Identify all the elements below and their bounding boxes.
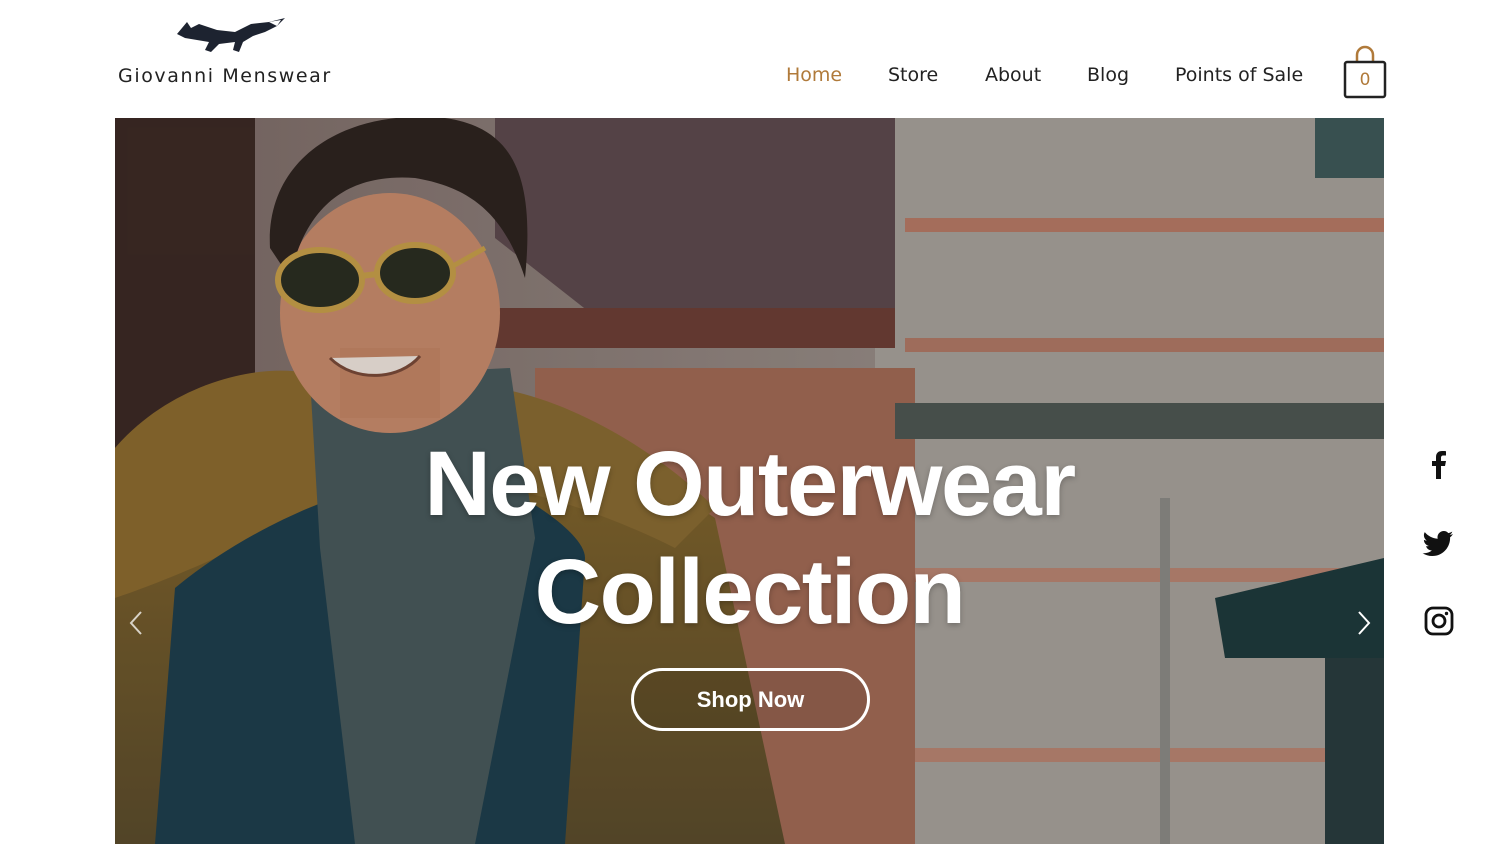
site-logo[interactable]: Giovanni Menswear	[115, 10, 350, 100]
hero-title-line1: New Outerwear	[424, 433, 1076, 535]
facebook-link[interactable]	[1422, 448, 1456, 482]
fox-logo-icon	[177, 18, 285, 52]
cart-count: 0	[1359, 70, 1371, 90]
nav-item-blog[interactable]: Blog	[1087, 64, 1129, 86]
facebook-icon	[1432, 451, 1446, 479]
slide-prev-button[interactable]	[125, 608, 149, 638]
hero-title: New Outerwear Collection	[115, 430, 1384, 646]
shop-now-button[interactable]: Shop Now	[631, 668, 870, 731]
slide-next-button[interactable]	[1351, 608, 1375, 638]
instagram-icon	[1424, 606, 1454, 636]
brand-name: Giovanni Menswear	[118, 65, 332, 87]
hero-slideshow: New Outerwear Collection Shop Now	[115, 118, 1384, 844]
twitter-icon	[1422, 531, 1453, 556]
twitter-link[interactable]	[1422, 526, 1456, 560]
hero-title-line2: Collection	[534, 541, 966, 643]
nav-item-about[interactable]: About	[985, 64, 1041, 86]
nav-item-points-of-sale[interactable]: Points of Sale	[1175, 64, 1303, 86]
chevron-right-icon	[1358, 611, 1371, 635]
nav-item-store[interactable]: Store	[888, 64, 938, 86]
nav-item-home[interactable]: Home	[786, 64, 842, 86]
instagram-link[interactable]	[1422, 604, 1456, 638]
chevron-left-icon	[129, 611, 142, 635]
cart-button[interactable]: 0	[1340, 44, 1390, 102]
